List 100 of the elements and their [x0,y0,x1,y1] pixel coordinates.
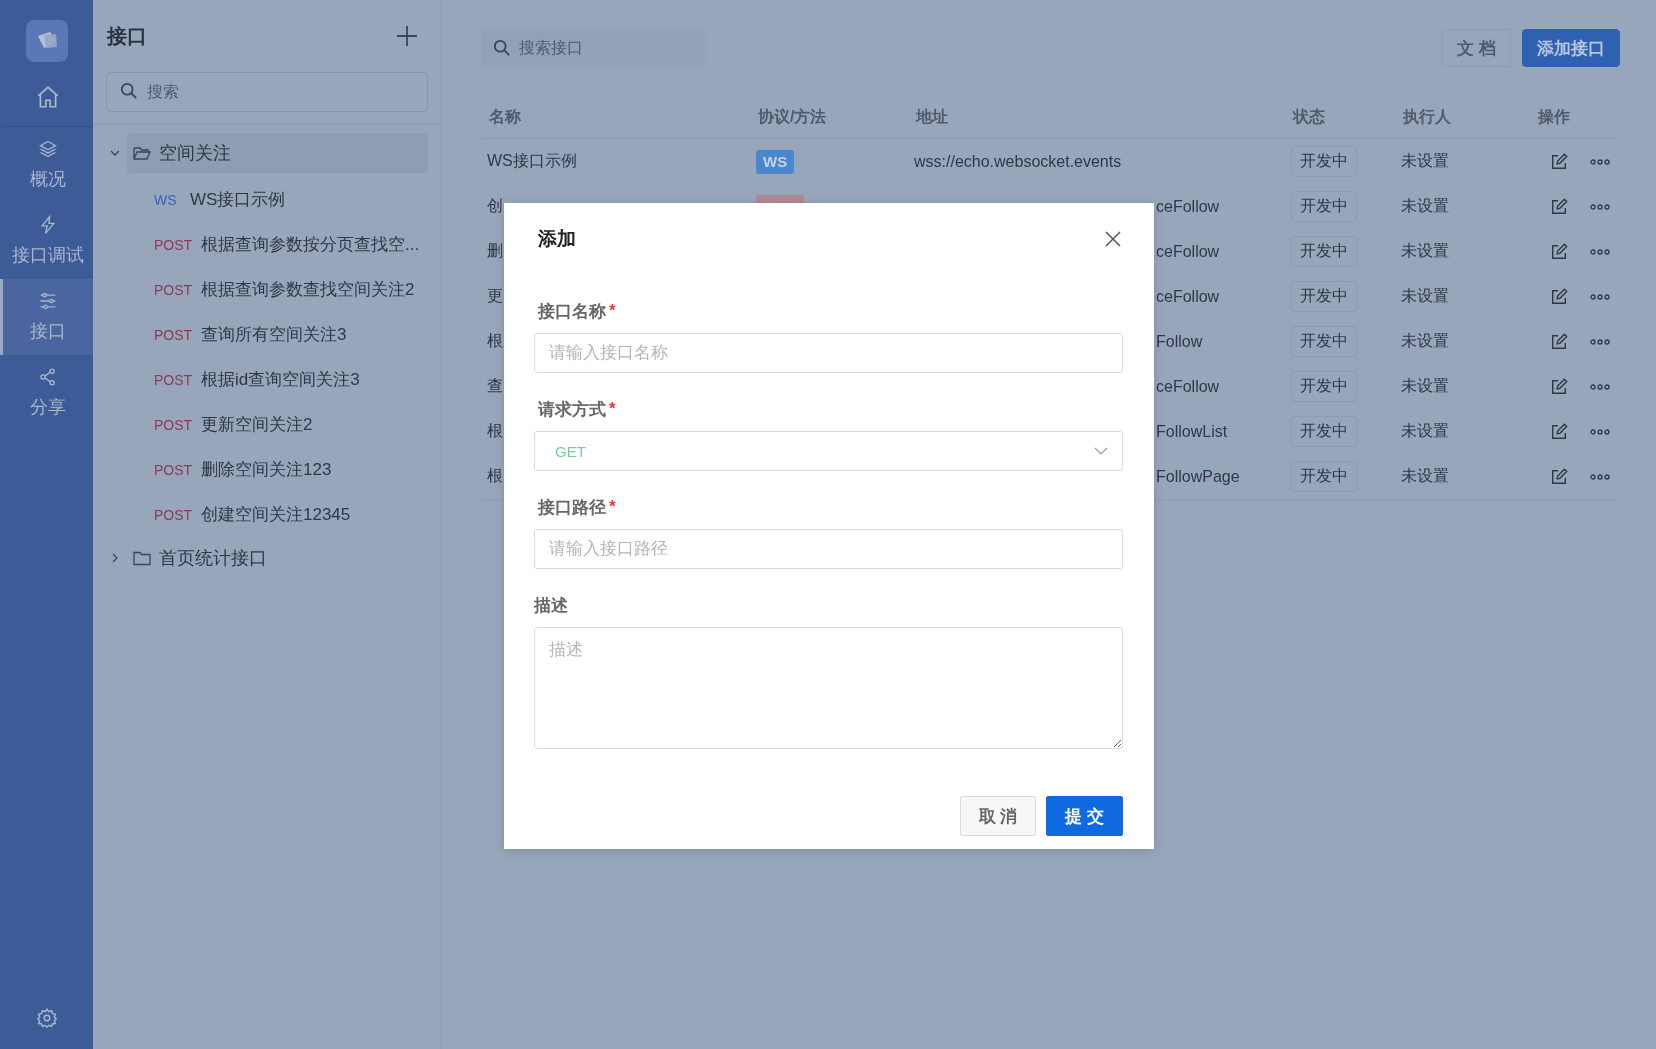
search-icon [120,82,138,100]
chevron-icon [1094,447,1108,455]
toolbar-button[interactable]: 文 档 [1442,29,1511,67]
table-cell-text: 未设置 [1401,421,1449,441]
endpoint-name: 查询所有空间关注3 [201,324,347,346]
status-tag: 开发中 [1291,326,1357,357]
table-cell-text: 创 [487,196,503,216]
folder-icon [133,550,151,566]
column-header: 地址 [914,106,949,127]
method-label: WS [154,191,178,208]
status-tag: 开发中 [1291,461,1357,492]
edit-icon[interactable] [1550,467,1568,486]
method-label: POST [154,506,194,523]
status-tag: 开发中 [1291,146,1357,177]
status-tag: 开发中 [1291,371,1357,402]
method-label: POST [154,236,194,253]
tree-item[interactable]: POST 更新空间关注2 [106,402,428,447]
field-label: 接口名称 [538,300,606,323]
share-icon [38,367,58,387]
dialog-button[interactable]: 取 消 [959,796,1037,836]
search-field[interactable]: 搜索接口 [481,28,705,68]
required-mark: * [609,301,616,321]
table-cell-text: 根 [487,421,503,441]
status-tag: 开发中 [1291,416,1357,447]
tree-item[interactable]: POST 删除空间关注123 [106,447,428,492]
table-cell-text: 根 [487,331,503,351]
method-label: POST [154,281,194,298]
search-icon [493,39,511,57]
layers-icon [38,139,58,159]
column-header: 协议/方法 [757,106,828,127]
more-icon[interactable] [1590,292,1610,301]
more-icon[interactable] [1590,202,1610,211]
field-label: 接口路径 [538,496,606,519]
table-cell: wss://echo.websocket.events [914,152,1122,171]
more-icon[interactable] [1590,427,1610,436]
method-label: POST [154,326,194,343]
app-logo [25,20,68,62]
tree-item[interactable]: POST 根据查询参数按分页查找空... [106,222,428,267]
edit-icon[interactable] [1550,152,1568,171]
home-icon [35,84,61,110]
nav-item[interactable]: 接口调试 [0,203,93,279]
table-cell-text: 删 [487,241,503,261]
tree-folder[interactable]: 空间关注 [127,133,428,173]
folder-icon [133,145,151,161]
panel-title: 接口 [107,23,147,49]
method-label: POST [154,416,194,433]
nav-item[interactable]: 分享 [0,355,93,431]
table-cell: ceFollow [1156,287,1220,306]
nav-item[interactable]: 接口 [0,279,93,355]
table-cell: FollowPage [1156,467,1240,486]
required-mark: * [609,399,616,419]
table-cell-text: 未设置 [1401,376,1449,396]
more-icon[interactable] [1590,382,1610,391]
tree-item[interactable]: POST 查询所有空间关注3 [106,312,428,357]
table-cell-text: 未设置 [1401,151,1449,171]
column-header: 执行人 [1401,106,1452,127]
close-icon[interactable] [1105,231,1121,247]
endpoint-name: 创建空间关注12345 [201,504,351,526]
tree-item[interactable]: POST 根据id查询空间关注3 [106,357,428,402]
input-field[interactable]: 请输入接口名称 [534,333,1123,373]
edit-icon[interactable] [1550,377,1568,396]
column-header: 操作 [1536,106,1571,127]
edit-icon[interactable] [1550,242,1568,261]
nav-item[interactable]: 概况 [0,127,93,203]
field-label: 请求方式 [538,398,606,421]
table-cell-text: 查 [487,376,503,396]
table-cell-text: 未设置 [1401,196,1449,216]
text-area[interactable]: 描述 [534,627,1123,749]
input-field[interactable]: 请输入接口路径 [534,529,1123,569]
method-label: POST [154,461,194,478]
edit-icon[interactable] [1550,287,1568,306]
more-icon[interactable] [1590,337,1610,346]
search-field[interactable]: 搜索 [106,72,428,112]
dialog-title: 添加 [538,227,576,251]
field-label: 描述 [534,594,568,617]
required-mark: * [609,497,616,517]
edit-icon[interactable] [1550,422,1568,441]
table-cell: ceFollow [1156,377,1220,396]
tree-item[interactable]: POST 创建空间关注12345 [106,492,428,537]
edit-icon[interactable] [1550,332,1568,351]
table-cell-text: 更 [487,286,503,306]
method-badge: WS [756,149,795,174]
tree-item[interactable]: WS WS接口示例 [106,177,428,222]
dialog-button[interactable]: 提 交 [1046,796,1123,836]
settings-icon[interactable] [35,1007,58,1029]
table-cell-text: 根 [487,466,503,486]
table-cell: ceFollow [1156,242,1220,261]
more-icon[interactable] [1590,247,1610,256]
more-icon[interactable] [1590,157,1610,166]
endpoint-name: 根据查询参数按分页查找空... [201,234,420,256]
endpoint-name: WS接口示例 [190,189,286,211]
edit-icon[interactable] [1550,197,1568,216]
endpoint-name: 更新空间关注2 [201,414,313,436]
tree-folder[interactable]: 首页统计接口 [127,538,428,578]
toolbar-button[interactable]: 添加接口 [1522,29,1620,67]
column-header: 名称 [488,106,522,127]
add-icon[interactable] [396,25,418,47]
tree-item[interactable]: POST 根据查询参数查找空间关注2 [106,267,428,312]
status-tag: 开发中 [1291,236,1357,267]
more-icon[interactable] [1590,472,1610,481]
